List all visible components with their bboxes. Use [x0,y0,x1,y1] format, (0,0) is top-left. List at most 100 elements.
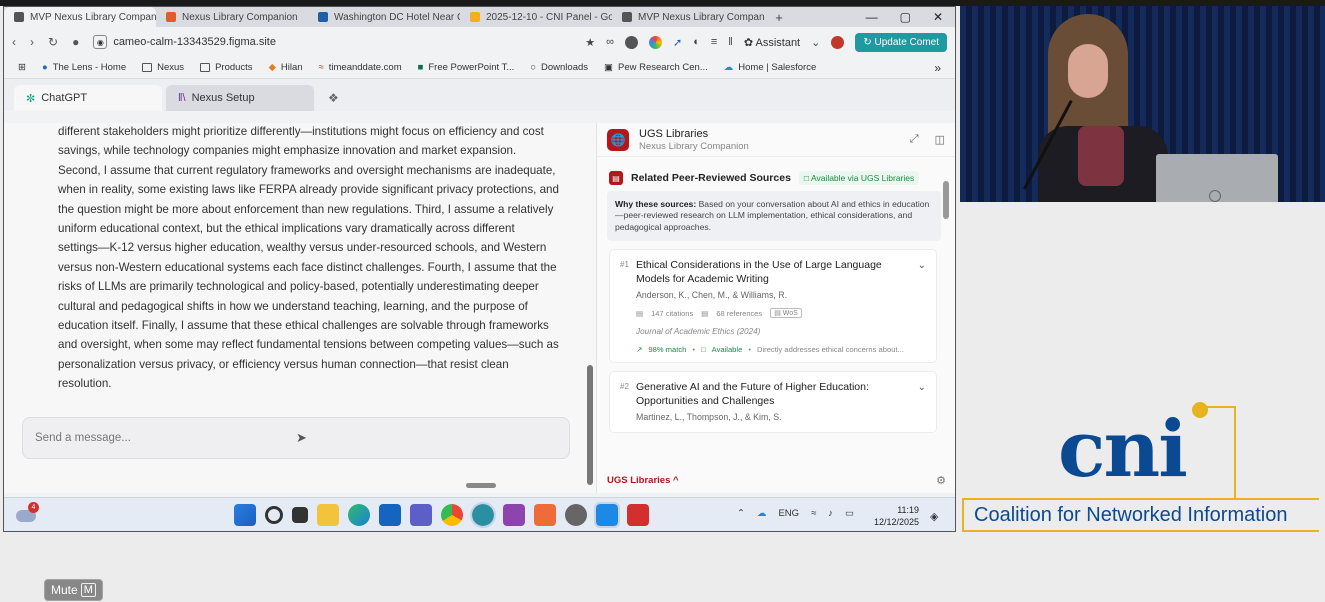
browser-tab[interactable]: MVP Nexus Library Companic [4,7,156,27]
tab-chatgpt[interactable]: ✼ ChatGPT [14,85,162,111]
bookmark-folder[interactable]: Nexus [142,62,184,73]
sidebar-toggle-icon[interactable]: ◫ [935,133,945,146]
tab-favicon-icon [622,12,632,22]
footer-library-button[interactable]: UGS Libraries ^ [607,475,679,486]
address-bar: ‹ › ↻ ● ◉ cameo-calm-13343529.figma.site… [4,27,955,57]
extension-icon[interactable]: ◐ [693,36,700,48]
taskbar-clock[interactable]: 11:19 12/12/2025 [874,504,919,528]
audio-wave-icon[interactable]: ‖ [728,36,733,48]
panel-scrollbar[interactable] [943,163,949,463]
menu-lines-icon[interactable]: ≡ [711,36,717,48]
collapse-icon[interactable]: ⤢ [910,133,919,146]
horizontal-scroll-handle[interactable] [466,483,496,488]
wifi-icon[interactable]: ≈ [811,508,816,519]
language-indicator[interactable]: ENG [778,508,799,519]
onedrive-cloud-icon[interactable]: ☁ [757,508,767,519]
battery-icon[interactable]: ▭ [845,508,854,519]
bookmark-item[interactable]: ≈ timeanddate.com [319,62,402,73]
puzzle-extension-icon[interactable]: ❖ [318,91,349,111]
logo-bracket [1200,406,1236,500]
availability-badge: □ Available via UGS Libraries [798,171,920,185]
message-input[interactable]: Send a message... ➤ [22,417,570,459]
site-info-icon[interactable]: ◉ [93,35,108,49]
onenote-icon[interactable] [503,504,525,526]
browser-tab[interactable]: 2025-12-10 - CNI Panel - Go [460,7,612,27]
teams-icon[interactable] [410,504,432,526]
extension-icon[interactable]: ➚ [673,36,682,49]
source-title[interactable]: Generative AI and the Future of Higher E… [636,380,908,408]
back-icon[interactable]: ‹ [12,35,16,49]
bookmark-folder[interactable]: Products [200,62,253,73]
acrobat-icon[interactable] [627,504,649,526]
remote-desktop-icon[interactable] [594,502,620,528]
mute-button[interactable]: Mute M [44,579,103,601]
chrome-icon[interactable] [441,504,463,526]
bookmark-item[interactable]: ☁ Home | Salesforce [724,62,816,73]
assistant-icon: ✿ [743,36,756,49]
volume-icon[interactable]: ♪ [828,508,833,519]
logo-wordmark: cni [1058,404,1188,495]
bookmark-item[interactable]: ◆ Hilan [269,62,303,73]
book-icon: ▤ [609,171,623,185]
chat-scrollbar[interactable] [587,129,593,489]
chevron-up-icon[interactable]: ⌃ [737,508,745,519]
chat-line: and oversight, when some may reflect fun… [58,338,559,352]
tab-nexus-setup[interactable]: ‖\ Nexus Setup [166,85,314,111]
url-field[interactable]: ◉ cameo-calm-13343529.figma.site [93,35,276,49]
chevron-down-icon[interactable]: ⌄ [918,260,926,271]
index-badge: ▤ WoS [770,308,802,319]
scrollbar-thumb[interactable] [943,181,949,219]
chevron-down-icon[interactable]: ⌄ [811,36,820,49]
link-icon[interactable]: ∞ [606,36,614,48]
scrollbar-thumb[interactable] [587,365,593,485]
send-icon[interactable]: ➤ [296,430,557,446]
extension-icon[interactable] [624,35,638,49]
search-icon[interactable] [265,506,283,524]
snipping-tool-icon[interactable] [534,504,556,526]
source-card[interactable]: #2 ⌄ Generative AI and the Future of Hig… [609,371,937,434]
task-view-icon[interactable] [292,507,308,523]
source-title[interactable]: Ethical Considerations in the Use of Lar… [636,258,908,286]
edge-icon[interactable] [348,504,370,526]
source-metrics: ▤ 147 citations ▤ 68 references ▤ WoS [636,308,926,319]
bookmark-item[interactable]: ○ Downloads [530,62,588,73]
new-tab-button[interactable]: + [764,10,794,25]
taskbar-apps [234,502,649,528]
source-card[interactable]: #1 ⌄ Ethical Considerations in the Use o… [609,249,937,364]
update-comet-button[interactable]: ↻ Update Comet [855,32,947,52]
maximize-button[interactable]: ▢ [900,10,911,24]
reload-icon[interactable]: ↻ [48,35,58,49]
start-icon[interactable] [234,504,256,526]
apps-grid-icon[interactable]: ⊞ [18,62,26,73]
tab-bar: MVP Nexus Library Companic Nexus Library… [4,7,955,27]
comet-icon[interactable] [470,502,496,528]
logo-tagline: Coalition for Networked Information [962,498,1319,532]
forward-icon[interactable]: › [30,35,34,49]
assistant-button[interactable]: ✿ Assistant [744,36,800,49]
bookmark-item[interactable]: ■ Free PowerPoint T... [418,62,515,73]
outlook-icon[interactable] [379,504,401,526]
notification-bell-icon[interactable]: ◈ [930,510,938,523]
notification-badge: 4 [28,502,39,513]
salesforce-cloud-icon: ☁ [723,62,734,73]
weather-widget[interactable]: 4 [16,502,39,524]
minimize-button[interactable]: — [866,10,878,24]
profile-avatar[interactable] [831,35,845,49]
settings-icon[interactable] [565,504,587,526]
browser-tab[interactable]: MVP Nexus Library Companic [612,7,764,27]
references-icon: ▤ [701,308,709,318]
bookmark-star-icon[interactable]: ★ [585,36,595,49]
extension-icon[interactable] [648,35,662,49]
gear-icon[interactable]: ⚙ [936,474,946,487]
folder-icon [200,63,211,72]
microphone-icon[interactable]: ● [72,35,79,49]
bookmarks-overflow-button[interactable]: » [934,61,941,75]
bookmark-item[interactable]: ▣ Pew Research Cen... [604,62,708,73]
chevron-down-icon[interactable]: ⌄ [918,382,926,393]
browser-tab[interactable]: Washington DC Hotel Near C [308,7,460,27]
browser-tab[interactable]: Nexus Library Companion [156,7,308,27]
bookmark-item[interactable]: ● The Lens - Home [42,62,126,73]
close-window-button[interactable]: ✕ [933,10,943,24]
chatgpt-icon: ✼ [26,92,36,105]
file-explorer-icon[interactable] [317,504,339,526]
